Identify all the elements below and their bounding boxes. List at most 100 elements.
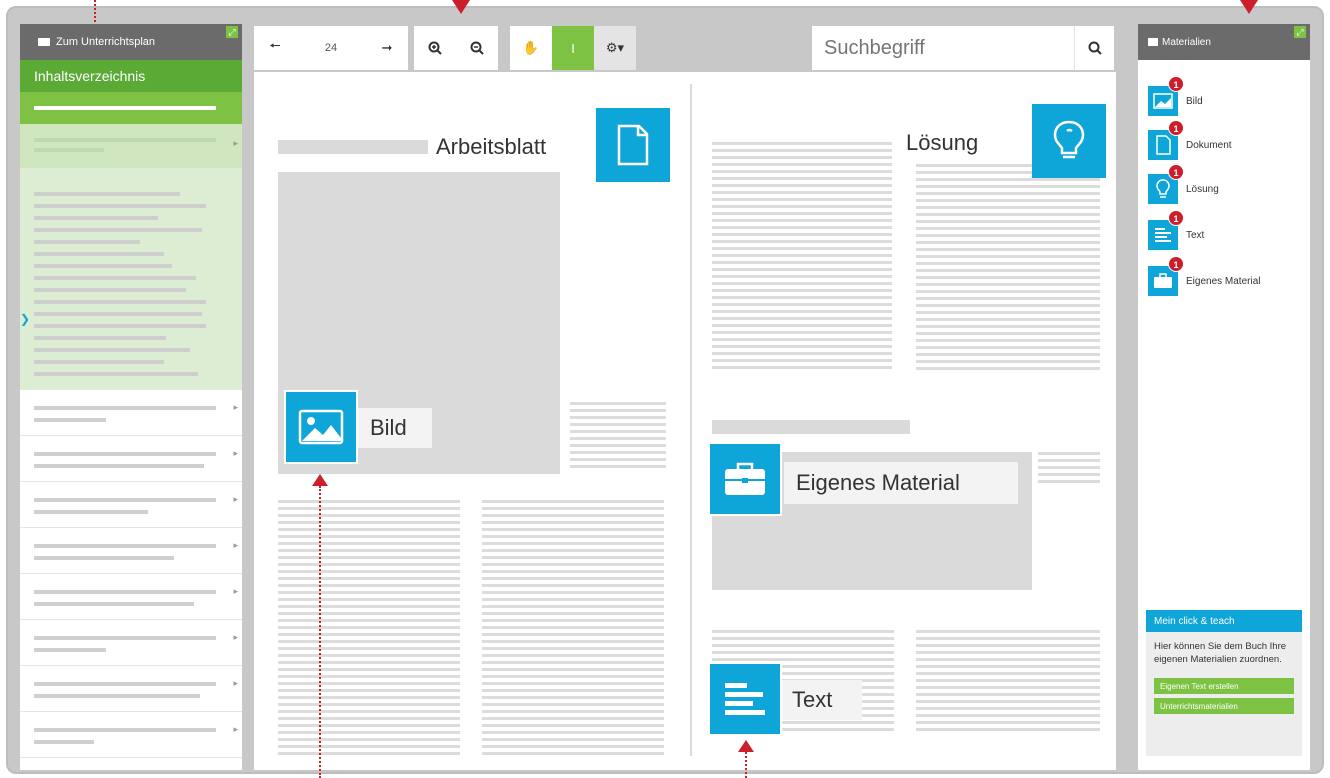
materials-header-label: Materialien [1162, 36, 1211, 48]
solution-title: Lösung [906, 130, 979, 155]
material-item-eigenes-material[interactable]: 1 Eigenes Material [1148, 256, 1261, 296]
heading-placeholder [712, 420, 910, 434]
search-box [812, 26, 1114, 70]
sidebar-item[interactable]: ▸ [20, 436, 242, 482]
sidebar-progress [20, 92, 242, 124]
click-teach-text: Hier können Sie dem Buch Ihre eigenen Ma… [1154, 641, 1287, 665]
own-material-label: Eigenes Material [784, 462, 1018, 504]
page-number[interactable]: 24 [296, 26, 366, 70]
count-badge: 1 [1168, 120, 1184, 136]
material-item-text[interactable]: 1 Text [1148, 210, 1205, 250]
sidebar-item-active[interactable]: ▸ [20, 124, 242, 168]
sidebar-item[interactable]: ▸ [20, 390, 242, 436]
text-block [1038, 452, 1100, 487]
chevron-right-icon: ▸ [233, 138, 238, 148]
sidebar-header-label: Zum Unterrichtsplan [56, 36, 156, 48]
material-label: Bild [1186, 95, 1203, 107]
callout-marker-image [312, 474, 328, 486]
material-label: Lösung [1186, 183, 1219, 195]
sidebar-item[interactable]: ▸ [20, 482, 242, 528]
chevron-right-icon: ▸ [233, 448, 238, 458]
settings-icon[interactable]: ⚙▾ [594, 26, 636, 70]
text-cursor-icon[interactable]: I [552, 26, 594, 70]
sidebar-header[interactable]: Zum Unterrichtsplan ⤢ [20, 24, 242, 60]
briefcase-icon: 1 [1148, 256, 1184, 296]
sidebar-item[interactable]: ▸ [20, 712, 242, 758]
lightbulb-icon[interactable] [1032, 104, 1106, 178]
material-item-bild[interactable]: 1 Bild [1148, 76, 1203, 116]
zoom-group [414, 26, 498, 70]
search-input[interactable] [824, 32, 1074, 64]
chevron-right-icon: ▸ [233, 402, 238, 412]
text-column-right [916, 630, 1100, 735]
text-block [570, 402, 666, 472]
count-badge: 1 [1168, 164, 1184, 180]
material-label: Dokument [1186, 139, 1232, 151]
callout-marker-toolbar [452, 0, 470, 14]
text-column-right [482, 500, 664, 759]
sidebar: Zum Unterrichtsplan ⤢ Inhaltsverzeichnis… [20, 24, 242, 770]
count-badge: 1 [1168, 210, 1184, 226]
briefcase-icon[interactable] [708, 442, 782, 516]
callout-marker-text [738, 740, 754, 752]
sidebar-item[interactable]: ▸ [20, 666, 242, 712]
zoom-in-icon[interactable] [414, 26, 456, 70]
materials-panel: Materialien ⤢ 1 Bild 1 Dokument 1 Lösung… [1138, 24, 1310, 770]
arrow-left-icon[interactable]: 🠔 [254, 26, 296, 70]
sidebar-collapse-handle[interactable]: ❯ [20, 312, 30, 326]
chevron-right-icon: ▸ [233, 632, 238, 642]
chevron-right-icon: ▸ [233, 494, 238, 504]
book-spine [690, 84, 692, 756]
count-badge: 1 [1168, 256, 1184, 272]
click-teach-box: Mein click & teach Hier können Sie dem B… [1146, 610, 1302, 756]
book-icon [38, 38, 50, 46]
chevron-right-icon: ▸ [233, 724, 238, 734]
create-text-button[interactable]: Eigenen Text erstellen [1154, 678, 1294, 694]
callout-marker-materials [1240, 0, 1258, 14]
sidebar-item[interactable]: ▸ [20, 574, 242, 620]
text-column-left [712, 142, 892, 373]
book-view: Arbeitsblatt Bild Lösung Eigenes Materia… [254, 72, 1116, 770]
sidebar-expanded-content [20, 168, 242, 390]
upload-materials-button[interactable]: Unterrichtsmaterialien [1154, 698, 1294, 714]
search-button[interactable] [1074, 26, 1114, 70]
arrow-right-icon[interactable]: ➞ [366, 26, 408, 70]
click-teach-title: Mein click & teach [1146, 610, 1302, 632]
hand-icon[interactable]: ✋ [510, 26, 552, 70]
text-label: Text [780, 680, 862, 720]
material-item-dokument[interactable]: 1 Dokument [1148, 120, 1232, 160]
toolbar: 🠔 24 ➞ ✋ I ⚙▾ [254, 26, 1114, 70]
search-icon [1088, 41, 1102, 55]
callout-dots-image [319, 486, 321, 778]
callout-dots-text [745, 752, 747, 778]
count-badge: 1 [1168, 76, 1184, 92]
material-label: Text [1186, 229, 1205, 241]
text-column-left [278, 500, 460, 759]
folder-icon [1148, 38, 1158, 46]
chevron-right-icon: ▸ [233, 586, 238, 596]
expand-icon[interactable]: ⤢ [1294, 26, 1306, 38]
image-icon: 1 [1148, 76, 1184, 116]
worksheet-title: Arbeitsblatt [436, 134, 547, 159]
material-label: Eigenes Material [1186, 275, 1261, 287]
materials-header[interactable]: Materialien ⤢ [1138, 24, 1310, 60]
image-icon[interactable] [284, 390, 358, 464]
text-lines-icon: 1 [1148, 210, 1184, 250]
text-lines-icon[interactable] [708, 662, 782, 736]
lightbulb-icon: 1 [1148, 164, 1184, 204]
expand-icon[interactable]: ⤢ [226, 26, 238, 38]
chevron-right-icon: ▸ [233, 540, 238, 550]
tools-group: ✋ I ⚙▾ [510, 26, 636, 70]
document-icon[interactable] [596, 108, 670, 182]
sidebar-item[interactable]: ▸ [20, 620, 242, 666]
document-icon: 1 [1148, 120, 1184, 160]
sidebar-toc[interactable]: Inhaltsverzeichnis [20, 60, 242, 92]
material-item-loesung[interactable]: 1 Lösung [1148, 164, 1219, 204]
zoom-out-icon[interactable] [456, 26, 498, 70]
text-column-right [916, 164, 1100, 374]
chevron-right-icon: ▸ [233, 678, 238, 688]
image-label: Bild [358, 408, 432, 448]
heading-placeholder [278, 140, 428, 154]
page-nav-group: 🠔 24 ➞ [254, 26, 408, 70]
sidebar-item[interactable]: ▸ [20, 528, 242, 574]
